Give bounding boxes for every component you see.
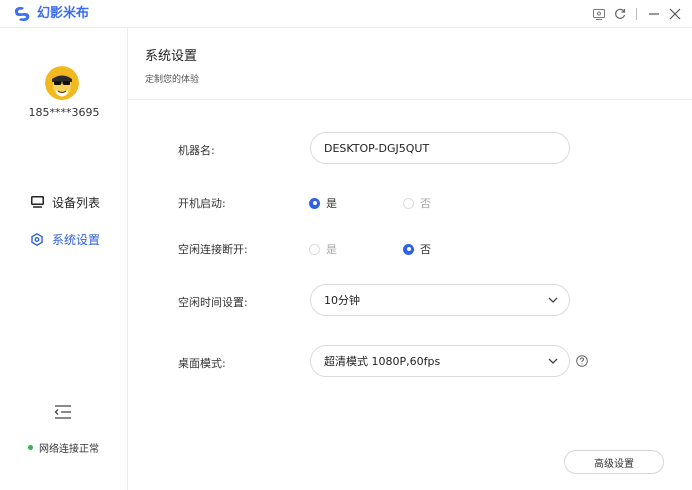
idle-disconnect-yes-radio[interactable]: 是 (309, 241, 337, 257)
machine-name-input[interactable]: DESKTOP-DGJ5QUT (310, 132, 570, 164)
app-logo-icon (15, 7, 30, 22)
refresh-button[interactable] (613, 4, 627, 24)
network-status-dot (28, 445, 33, 450)
radio-label: 否 (420, 197, 431, 210)
collapse-menu-icon (54, 405, 71, 419)
idle-disconnect-no-radio[interactable]: 否 (403, 241, 431, 257)
avatar[interactable] (45, 66, 79, 100)
idle-time-value: 10分钟 (324, 294, 360, 307)
desktop-mode-select[interactable]: 超清模式 1080P,60fps (310, 345, 570, 377)
collapse-sidebar-button[interactable] (53, 404, 73, 420)
sidebar-item-system-settings[interactable]: 系统设置 (30, 229, 100, 249)
radio-dot (309, 243, 320, 255)
radio-dot (309, 197, 320, 209)
title-bar: 幻影米布 (0, 0, 692, 28)
minimize-button[interactable] (647, 4, 661, 24)
page-header: 系统设置 定制您的体验 (128, 28, 692, 100)
monitor-icon (30, 195, 44, 209)
radio-label: 否 (420, 243, 431, 256)
sidebar-item-label: 设备列表 (52, 195, 101, 210)
idle-disconnect-label: 空闲连接断开: (178, 243, 248, 256)
network-status: 网络连接正常 (28, 440, 99, 455)
chevron-down-icon (548, 358, 558, 364)
radio-dot (403, 197, 414, 209)
minimize-icon (649, 13, 659, 15)
machine-name-value: DESKTOP-DGJ5QUT (324, 141, 430, 155)
idle-time-label: 空闲时间设置: (178, 296, 248, 309)
sidebar-item-label: 系统设置 (52, 232, 101, 247)
screen-cast-icon (593, 8, 605, 20)
close-button[interactable] (668, 4, 682, 24)
page-subtitle: 定制您的体验 (145, 75, 200, 85)
desktop-mode-label: 桌面模式: (178, 357, 226, 370)
close-icon (669, 8, 681, 20)
idle-time-select[interactable]: 10分钟 (310, 284, 570, 316)
startup-label: 开机启动: (178, 197, 226, 210)
user-avatar-icon (45, 66, 79, 100)
app-name: 幻影米布 (37, 6, 90, 21)
advanced-settings-button[interactable]: 高级设置 (564, 450, 664, 474)
help-circle-icon (576, 355, 588, 367)
sidebar: 185****3695 设备列表 系统设置 网络连接正常 (0, 28, 128, 490)
page-title: 系统设置 (145, 49, 198, 64)
startup-yes-radio[interactable]: 是 (309, 195, 337, 211)
startup-no-radio[interactable]: 否 (403, 195, 431, 211)
chevron-down-icon (548, 297, 558, 303)
screen-cast-button[interactable] (592, 4, 606, 24)
radio-label: 是 (326, 243, 337, 256)
sidebar-item-device-list[interactable]: 设备列表 (30, 192, 100, 212)
title-bar-divider (636, 8, 637, 20)
network-status-text: 网络连接正常 (39, 444, 99, 455)
radio-label: 是 (326, 197, 337, 210)
refresh-icon (615, 8, 626, 19)
app-logo: 幻影米布 (12, 4, 89, 24)
settings-hex-icon (30, 232, 44, 246)
desktop-mode-value: 超清模式 1080P,60fps (324, 355, 441, 368)
user-phone: 185****3695 (28, 106, 100, 119)
desktop-mode-help-button[interactable] (576, 352, 588, 367)
radio-dot (403, 243, 414, 255)
machine-name-label: 机器名: (178, 144, 215, 157)
